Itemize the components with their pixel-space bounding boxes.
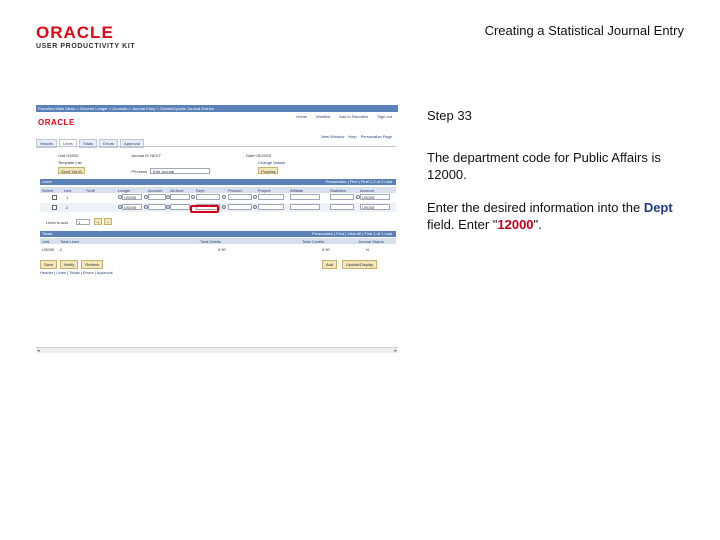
totals-credits: 0.00 — [322, 247, 330, 252]
product-field[interactable] — [228, 194, 252, 200]
upk-tagline: USER PRODUCTIVITY KIT — [36, 43, 136, 50]
add-button[interactable]: Add — [322, 260, 338, 269]
horizontal-scrollbar[interactable]: ◂ ▸ — [36, 347, 398, 353]
unit-field[interactable]: US005 — [122, 194, 142, 200]
link-home[interactable]: Home — [296, 114, 307, 119]
add-lines-plus-button[interactable]: + — [94, 218, 103, 225]
product-field[interactable] — [228, 204, 252, 210]
scroll-left-icon[interactable]: ◂ — [37, 348, 40, 353]
table-row: 1 US005 US005 — [40, 193, 396, 202]
update-display-button[interactable]: Update/Display — [342, 260, 378, 269]
link-worklist[interactable]: Worklist — [316, 114, 330, 119]
process-select[interactable]: Edit Journal — [150, 168, 210, 174]
lines-grid-controls[interactable]: Personalize | Find | First 1-2 of 2 Last — [326, 179, 392, 184]
lines-grid-title: Lines — [42, 179, 52, 184]
header-links: Home Worklist Add to Favorites Sign out — [296, 114, 392, 119]
lines-grid-header: Lines Personalize | Find | First 1-2 of … — [40, 179, 396, 185]
lookup-icon[interactable] — [222, 205, 226, 209]
totals-grid-title: Totals — [42, 231, 53, 236]
totals-unit: US005 — [42, 247, 55, 252]
totals-col-unit: Unit — [42, 239, 50, 244]
account-field[interactable] — [148, 204, 166, 210]
oracle-logo-text: ORACLE — [36, 23, 114, 42]
totals-col-lines: Total Lines — [60, 239, 80, 244]
alt-acct-field[interactable] — [170, 204, 190, 210]
alt-acct-field[interactable] — [170, 194, 190, 200]
affiliate-field[interactable] — [290, 194, 320, 200]
notify-button[interactable]: Notify — [60, 260, 79, 269]
lookup-icon[interactable] — [191, 195, 195, 199]
link-help[interactable]: Help — [348, 134, 356, 139]
totals-grid-header: Totals Personalize | Find | View All | F… — [40, 231, 396, 237]
action-buttons: Save Notify Refresh — [40, 260, 104, 269]
row-line-number: 2 — [66, 205, 69, 210]
date-label: Date 05/15/20 — [246, 153, 272, 158]
action-prefix: Enter the desired information into the — [427, 200, 641, 215]
delete-lines-minus-button[interactable]: − — [104, 218, 113, 225]
journal-id-label: Journal ID NEXT — [131, 153, 162, 158]
lookup-icon[interactable] — [222, 195, 226, 199]
dept-field-highlight — [190, 205, 219, 213]
change-values-link[interactable]: Change Values — [258, 160, 285, 165]
totals-status: N — [366, 247, 369, 252]
row-select-checkbox[interactable] — [52, 195, 57, 200]
send-button[interactable]: Send Via M — [58, 167, 85, 174]
unit-label: Unit US005 — [58, 153, 79, 158]
row-line-number: 1 — [66, 195, 69, 200]
footer-tab-links[interactable]: Header | Lines | Totals | Errors | Appro… — [40, 270, 113, 275]
save-button[interactable]: Save — [40, 260, 58, 269]
process-label: *Process — [131, 169, 148, 174]
process-button[interactable]: Process — [258, 167, 279, 174]
app-logo: ORACLE — [38, 118, 75, 127]
refresh-button[interactable]: Refresh — [81, 260, 104, 269]
row-select-checkbox[interactable] — [52, 205, 57, 210]
totals-debits: 0.00 — [218, 247, 226, 252]
lines-to-add-input[interactable]: 1 — [76, 219, 90, 225]
project-field[interactable] — [258, 194, 284, 200]
project-field[interactable] — [258, 204, 284, 210]
breadcrumb-bar: Favorites Main Menu > General Ledger > J… — [36, 105, 398, 112]
account-field[interactable] — [148, 194, 166, 200]
lookup-icon[interactable] — [253, 195, 257, 199]
link-new-window[interactable]: New Window — [321, 134, 344, 139]
step-number: Step 33 — [427, 108, 472, 123]
page-links: New Window Help Personalize Page — [321, 134, 392, 139]
affiliate-field[interactable] — [290, 204, 320, 210]
lookup-icon[interactable] — [253, 205, 257, 209]
totals-column-headers: Unit Total Lines Total Debits Total Cred… — [40, 238, 396, 244]
totals-lines: 2 — [60, 247, 63, 252]
action-value: 12000 — [497, 217, 534, 232]
totals-col-debits: Total Debits — [200, 239, 221, 244]
amount-field[interactable]: US005 — [360, 204, 390, 210]
statistics-field[interactable] — [330, 194, 354, 200]
breadcrumb[interactable]: Favorites Main Menu > General Ledger > J… — [38, 106, 214, 111]
totals-grid-controls[interactable]: Personalize | Find | View All | First 1 … — [312, 231, 392, 236]
link-sign-out[interactable]: Sign out — [377, 114, 392, 119]
dept-field[interactable] — [196, 194, 220, 200]
step-description: The department code for Public Affairs i… — [427, 150, 661, 182]
totals-row: US005 2 0.00 0.00 N — [40, 246, 396, 252]
unit-field[interactable]: US005 — [122, 204, 142, 210]
amount-field[interactable]: US005 — [360, 194, 390, 200]
action-mid: field. Enter " — [427, 217, 498, 232]
application-screenshot: Favorites Main Menu > General Ledger > J… — [36, 105, 398, 353]
totals-col-credits: Total Credits — [302, 239, 325, 244]
oracle-upk-logo: ORACLE USER PRODUCTIVITY KIT — [36, 24, 135, 50]
step-action: Enter the desired information into the D… — [427, 199, 697, 233]
action-field-name: Dept — [643, 200, 673, 215]
link-add-favorites[interactable]: Add to Favorites — [339, 114, 368, 119]
template-link[interactable]: Template List — [58, 160, 82, 165]
action-suffix: ". — [533, 217, 542, 232]
tab-divider — [36, 146, 396, 147]
totals-col-status: Journal Status — [358, 239, 384, 244]
link-personalize-page[interactable]: Personalize Page — [361, 134, 392, 139]
lines-to-add-label: Lines to add — [46, 220, 68, 225]
scroll-right-icon[interactable]: ▸ — [394, 348, 397, 353]
page-title: Creating a Statistical Journal Entry — [484, 23, 684, 38]
statistics-field[interactable] — [330, 204, 354, 210]
